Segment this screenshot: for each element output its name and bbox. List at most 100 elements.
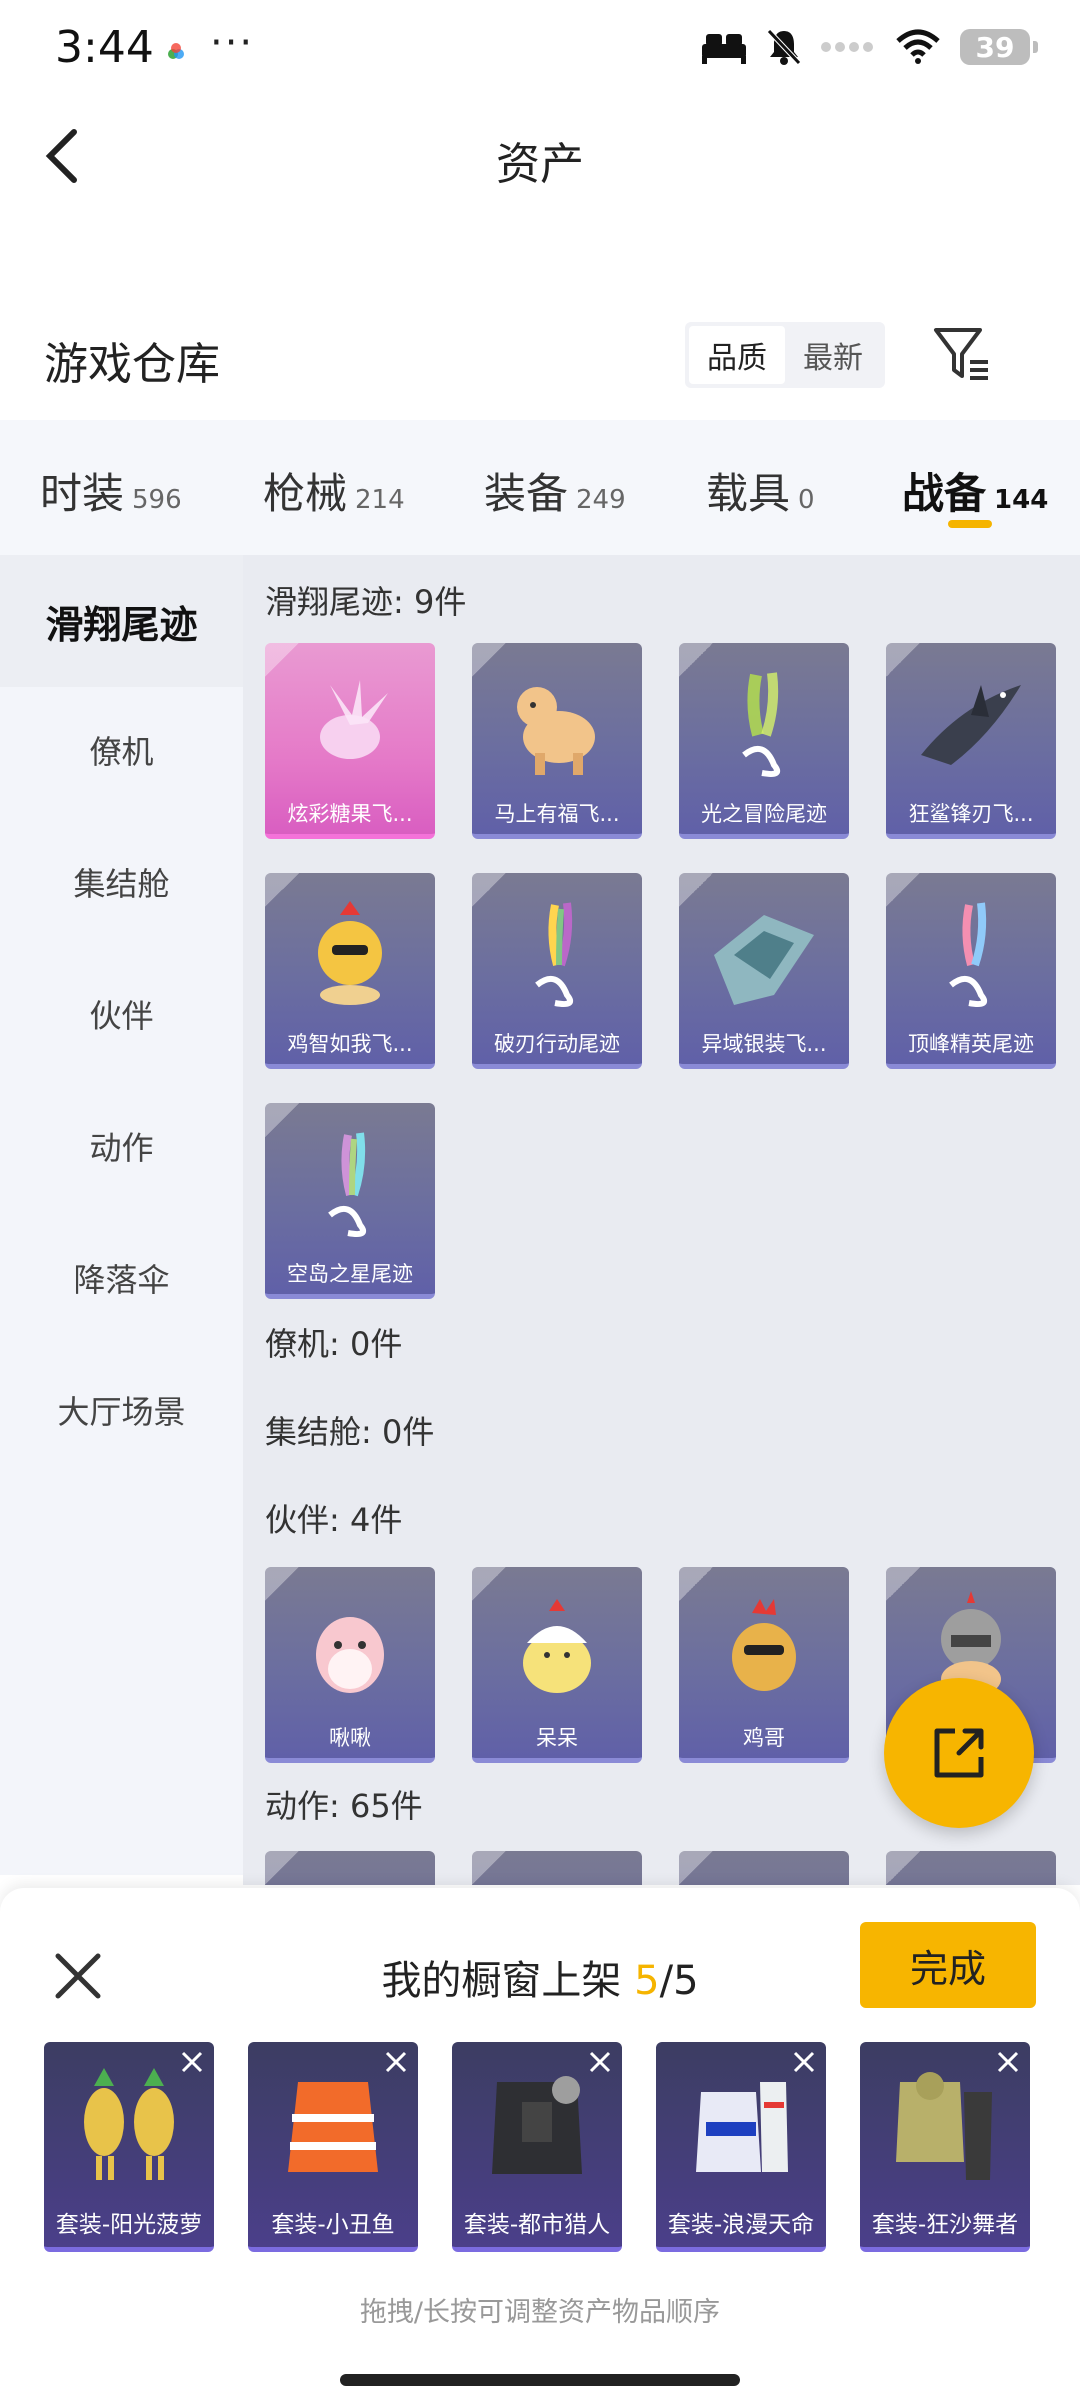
card-corner [265,1851,299,1885]
item-label: 狂鲨锋刃飞... [908,802,1034,826]
tab-equipment[interactable]: 装备 249 [484,460,626,521]
showcase-panel: 我的橱窗上架 5/5 完成 套装-阳光菠萝 套装-小丑鱼 套装-都市猎人 套装-… [0,1888,1080,2400]
showcase-slot[interactable]: 套装-小丑鱼 [248,2042,418,2252]
showcase-total: /5 [659,1958,699,2004]
showcase-slot[interactable]: 套装-阳光菠萝 [44,2042,214,2252]
status-icons: 39 [700,28,1038,66]
app-notification-icon [168,43,184,59]
item-label: 鸡哥 [743,1726,785,1750]
wifi-icon [896,29,940,64]
status-bar: 3:44 ··· 39 [0,0,1080,100]
remove-icon[interactable] [790,2048,818,2076]
item-card[interactable]: 鸡智如我飞... [265,873,435,1069]
tab-label: 装备 [484,469,569,518]
tab-guns[interactable]: 枪械 214 [263,460,405,521]
card-corner [472,1851,506,1885]
item-label: 炫彩糖果飞... [287,802,413,826]
item-card[interactable] [265,1851,435,1885]
item-card[interactable]: 鸡哥 [679,1567,849,1763]
sidebar-item-companion[interactable]: 伙伴 [0,991,243,1037]
sort-toggle: 品质 最新 [685,322,885,388]
tab-count: 596 [132,485,182,515]
pony-glider-icon [517,687,595,775]
home-indicator[interactable] [340,2374,740,2386]
bed-icon [702,34,746,64]
item-card[interactable]: 啾啾 [265,1567,435,1763]
sidebar-item-glide-trail[interactable]: 滑翔尾迹 [0,555,243,687]
item-label: 空岛之星尾迹 [287,1262,413,1286]
active-tab-indicator [948,520,992,528]
shark-glider-icon [921,685,1021,765]
mute-bell-icon [767,29,801,65]
slot-label: 套装-阳光菠萝 [55,2212,203,2238]
sidebar-item-assembly-pod[interactable]: 集结舱 [0,859,243,905]
item-card[interactable]: 马上有福飞... [472,643,642,839]
chicken-glider-icon [318,901,382,1005]
slot-label: 套装-浪漫天命 [667,2212,815,2238]
item-card[interactable]: 炫彩糖果飞... [265,643,435,839]
remove-icon[interactable] [586,2048,614,2076]
item-card[interactable]: 破刃行动尾迹 [472,873,642,1069]
tab-count: 214 [355,485,405,515]
showcase-slot[interactable]: 套装-都市猎人 [452,2042,622,2252]
group-title-wingman: 僚机: 0件 [265,1325,403,1363]
item-label: 异域银装飞... [701,1032,827,1056]
done-button[interactable]: 完成 [860,1922,1036,2008]
assets-page: 3:44 ··· 39 资产 游戏仓库 品质 最新 时装 596 枪械 214 装备… [0,0,1080,2400]
sort-quality-button[interactable]: 品质 [689,326,785,384]
share-icon [934,1728,984,1778]
item-card[interactable]: 顶峰精英尾迹 [886,873,1056,1069]
item-label: 呆呆 [536,1726,578,1750]
item-card[interactable]: 异域银装飞... [679,873,849,1069]
group-title-companion: 伙伴: 4件 [265,1501,403,1539]
tab-label: 时装 [40,469,125,518]
sky-island-trail-icon [328,1132,366,1237]
remove-icon[interactable] [178,2048,206,2076]
group-title-emote: 动作: 65件 [265,1787,423,1825]
item-card[interactable]: 呆呆 [472,1567,642,1763]
item-card[interactable]: 光之冒险尾迹 [679,643,849,839]
rainbow-trail-icon [535,902,573,1007]
battery-indicator: 39 [960,29,1038,65]
category-tabs: 时装 596 枪械 214 装备 249 载具 0 战备 144 [0,420,1080,555]
card-corner [679,1851,713,1885]
showcase-title-text: 我的橱窗上架 [381,1958,635,2004]
item-label: 破刃行动尾迹 [494,1032,620,1056]
candy-glider-icon [320,680,388,759]
sidebar-item-wingman[interactable]: 僚机 [0,727,243,773]
tab-label: 载具 [706,469,791,518]
tab-fashion[interactable]: 时装 596 [40,460,182,521]
share-button[interactable] [884,1678,1034,1828]
item-card[interactable]: 狂鲨锋刃飞... [886,643,1056,839]
item-card[interactable] [679,1851,849,1885]
sand-dancer-outfit-icon [896,2072,992,2180]
item-card[interactable] [472,1851,642,1885]
sort-newest-button[interactable]: 最新 [785,326,881,384]
sidebar-item-lobby-scene[interactable]: 大厅场景 [0,1387,243,1433]
sidebar-item-emote[interactable]: 动作 [0,1123,243,1169]
tab-vehicles[interactable]: 载具 0 [706,460,815,521]
tab-battle-prep[interactable]: 战备 144 [902,460,1048,521]
showcase-slot[interactable]: 套装-浪漫天命 [656,2042,826,2252]
urban-hunter-outfit-icon [492,2076,582,2174]
filter-icon[interactable] [930,322,994,386]
group-title-assembly-pod: 集结舱: 0件 [265,1413,435,1451]
item-label: 顶峰精英尾迹 [908,1032,1034,1056]
remove-icon[interactable] [382,2048,410,2076]
rooster-companion-icon [732,1599,796,1691]
chick-companion-icon [523,1599,591,1693]
tab-count: 144 [994,485,1049,515]
status-more-dots: ··· [210,20,255,66]
slot-label: 套装-都市猎人 [463,2212,611,2238]
tab-label: 枪械 [263,469,348,518]
sidebar-item-parachute[interactable]: 降落伞 [0,1255,243,1301]
subcategory-sidebar: 滑翔尾迹 僚机 集结舱 伙伴 动作 降落伞 大厅场景 [0,555,243,1875]
pineapple-outfit-icon [84,2068,174,2180]
item-card[interactable] [886,1851,1056,1885]
slot-label: 套装-小丑鱼 [271,2212,395,2238]
signal-icon [821,42,873,52]
showcase-slot[interactable]: 套装-狂沙舞者 [860,2042,1030,2252]
remove-icon[interactable] [994,2048,1022,2076]
item-card[interactable]: 空岛之星尾迹 [265,1103,435,1299]
card-corner [886,1851,920,1885]
